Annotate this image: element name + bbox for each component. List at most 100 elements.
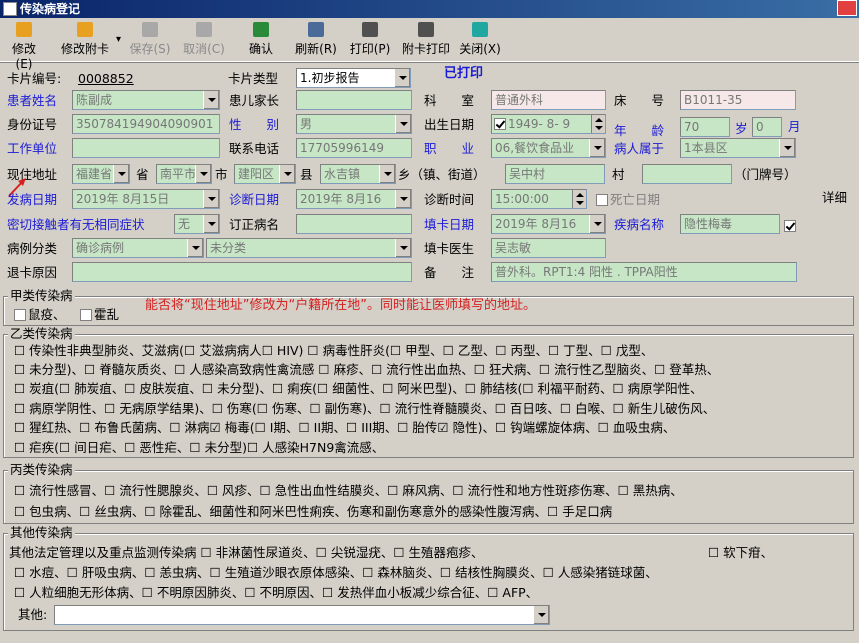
province-select[interactable]: 福建省 <box>72 164 130 184</box>
chevron-down-icon[interactable] <box>394 69 410 87</box>
card-type-select[interactable]: 1.初步报告 <box>296 68 411 88</box>
onset-date-picker[interactable]: 2019年 8月15日 <box>72 189 220 209</box>
refresh-icon <box>308 22 324 37</box>
contact-symptom-label: 密切接触者有无相同症状 <box>7 217 145 232</box>
chevron-down-icon[interactable] <box>113 165 129 183</box>
house-no-field[interactable] <box>642 164 732 184</box>
belong-select[interactable]: 1本县区 <box>680 138 796 158</box>
other-line[interactable]: ☐ 人粒细胞无形体病、☐ 不明原因肺炎、☐ 不明原因、☐ 发热伴血小板减少综合征… <box>14 584 538 602</box>
class-a-item[interactable]: 鼠疫、 <box>14 306 66 324</box>
case-class2-select[interactable]: 未分类 <box>206 238 412 258</box>
dept-label: 科 室 <box>424 93 475 108</box>
edit-attach-icon <box>77 22 93 37</box>
edit-attach-button[interactable]: 修改附卡 <box>56 22 114 57</box>
chevron-down-icon[interactable] <box>395 190 411 208</box>
work-label: 工作单位 <box>7 141 58 156</box>
other-line[interactable]: ☐ 水痘、☐ 肝吸虫病、☐ 恙虫病、☐ 生殖道沙眼衣原体感染、☐ 森林脑炎、☐ … <box>14 564 658 582</box>
remark-field[interactable]: 普外科。RPT1:4 阳性 . TPPA阳性 <box>491 262 797 282</box>
sex-select[interactable]: 男 <box>296 114 412 134</box>
class-c-line[interactable]: ☐ 流行性感冒、☐ 流行性腮腺炎、☐ 风疹、☐ 急性出血性结膜炎、☐ 麻风病、☐… <box>14 482 683 500</box>
chevron-down-icon[interactable] <box>187 239 203 257</box>
checkbox[interactable] <box>14 309 26 321</box>
save-button[interactable]: 保存(S) <box>128 22 172 57</box>
death-date-checkbox[interactable] <box>596 194 608 206</box>
chevron-down-icon[interactable] <box>379 165 395 183</box>
class-b-line[interactable]: ☐ 猩红热、☐ 布鲁氏菌病、☐ 淋病☑ 梅毒(☐ I期、☐ II期、☐ III期… <box>14 419 675 437</box>
spin-icon[interactable] <box>591 115 605 133</box>
chevron-down-icon[interactable] <box>203 91 219 109</box>
dept-field[interactable]: 普通外科 <box>491 90 606 110</box>
other-line[interactable]: 其他法定管理以及重点监测传染病 ☐ 非淋菌性尿道炎、☐ 尖锐湿疣、☐ 生殖器疱疹… <box>9 544 484 562</box>
diag-date-picker[interactable]: 2019年 8月16 <box>296 189 412 209</box>
chevron-down-icon[interactable] <box>589 139 605 157</box>
edit-attach-dropdown-arrow[interactable]: ▾ <box>116 34 121 45</box>
printed-status: 已打印 <box>444 66 484 81</box>
other-free-select[interactable] <box>54 605 550 625</box>
work-field[interactable] <box>72 138 220 158</box>
edit-button[interactable]: 修改(E) <box>4 22 44 71</box>
patient-name-select[interactable]: 陈副成 <box>72 90 220 110</box>
town-select[interactable]: 水吉镇 <box>320 164 396 184</box>
close-icon <box>472 22 488 37</box>
chevron-down-icon[interactable] <box>279 165 295 183</box>
job-label: 职 业 <box>424 141 475 156</box>
disease-field[interactable]: 隐性梅毒 <box>680 214 780 234</box>
doctor-field[interactable]: 吴志敏 <box>491 238 606 258</box>
onset-date-label: 发病日期 <box>7 192 58 207</box>
print-attach-button[interactable]: 附卡打印 <box>400 22 452 57</box>
refresh-button[interactable]: 刷新(R) <box>294 22 338 57</box>
class-b-line[interactable]: ☐ 炭疽(☐ 肺炭疽、☐ 皮肤炭疽、☐ 未分型)、☐ 痢疾(☐ 细菌性、☐ 阿米… <box>14 380 703 398</box>
guardian-field[interactable] <box>296 90 412 110</box>
province-unit: 省 <box>136 167 149 182</box>
class-a-item[interactable]: 霍乱 <box>80 306 119 324</box>
card-type-label: 卡片类型 <box>228 71 279 86</box>
fill-date-picker[interactable]: 2019年 8月16 <box>491 214 606 234</box>
chevron-down-icon[interactable] <box>203 215 219 233</box>
death-date-toggle[interactable]: 死亡日期 <box>596 191 660 209</box>
chevron-down-icon[interactable] <box>533 606 549 624</box>
id-no-field[interactable]: 350784194904090901 <box>72 114 220 134</box>
village-field[interactable]: 吴中村 <box>505 164 605 184</box>
class-c-line[interactable]: ☐ 包虫病、☐ 丝虫病、☐ 除霍乱、细菌性和阿米巴性痢疾、伤寒和副伤寒意外的感染… <box>14 503 612 521</box>
class-b-line[interactable]: ☐ 病原学阴性、☐ 无病原学结果)、☐ 伤寒(☐ 伤寒、☐ 副伤寒)、☐ 流行性… <box>14 400 715 418</box>
diag-time-field[interactable]: 15:00:00 <box>491 189 587 209</box>
withdraw-field[interactable] <box>72 262 412 282</box>
close-button[interactable]: 关闭(X) <box>458 22 502 57</box>
phone-field[interactable]: 17705996149 <box>296 138 412 158</box>
class-b-line[interactable]: ☐ 传染性非典型肺炎、艾滋病(☐ 艾滋病病人☐ HIV) ☐ 病毒性肝炎(☐ 甲… <box>14 342 653 360</box>
case-class-select[interactable]: 确诊病例 <box>72 238 204 258</box>
class-b-title: 乙类传染病 <box>8 326 75 341</box>
chevron-down-icon[interactable] <box>203 190 219 208</box>
county-select[interactable]: 建阳区 <box>234 164 296 184</box>
chevron-down-icon[interactable] <box>589 215 605 233</box>
other-soft-chancre[interactable]: ☐ 软下疳、 <box>708 544 773 562</box>
spin-icon[interactable] <box>572 190 586 208</box>
bed-field[interactable]: B1011-35 <box>680 90 796 110</box>
revised-field[interactable] <box>296 214 412 234</box>
chevron-down-icon[interactable] <box>395 239 411 257</box>
print-button[interactable]: 打印(P) <box>348 22 392 57</box>
house-no-unit: （门牌号） <box>734 167 797 182</box>
job-select[interactable]: 06,餐饮食品业 <box>491 138 606 158</box>
chevron-down-icon[interactable] <box>779 139 795 157</box>
chevron-down-icon[interactable] <box>195 165 211 183</box>
card-no-value: 0008852 <box>78 71 134 86</box>
id-no-label: 身份证号 <box>7 117 58 132</box>
chevron-down-icon[interactable] <box>395 115 411 133</box>
window-close-button[interactable] <box>837 0 857 16</box>
contact-symptom-select[interactable]: 无 <box>174 214 220 234</box>
age-month-field[interactable]: 0 <box>752 117 782 137</box>
class-b-line[interactable]: ☐ 疟疾(☐ 间日疟、☐ 恶性疟、☐ 未分型)☐ 人感染H7N9禽流感、 <box>14 439 384 457</box>
city-unit: 市 <box>215 167 228 182</box>
age-field[interactable]: 70 <box>680 117 730 137</box>
confirm-button[interactable]: 确认 <box>246 22 276 57</box>
save-icon <box>142 22 158 37</box>
city-select[interactable]: 南平市 <box>156 164 212 184</box>
birth-date-checkbox[interactable] <box>494 118 506 130</box>
remark-label: 备 注 <box>424 265 475 280</box>
class-b-line[interactable]: ☐ 未分型)、☐ 脊髓灰质炎、☐ 人感染高致病性禽流感 ☐ 麻疹、☐ 流行性出血… <box>14 361 719 379</box>
disease-checkbox[interactable] <box>784 220 796 232</box>
checkbox[interactable] <box>80 309 92 321</box>
birth-date-picker[interactable]: 1949- 8- 9 <box>491 114 606 134</box>
cancel-button[interactable]: 取消(C) <box>182 22 226 57</box>
